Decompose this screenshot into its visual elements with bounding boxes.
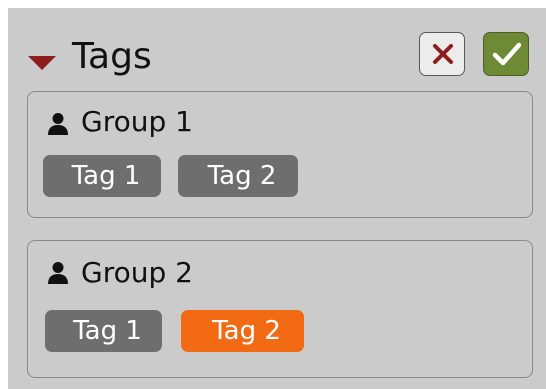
tag-chip[interactable]: Tag 1	[43, 155, 161, 197]
close-icon	[433, 44, 453, 64]
panel-title: Tags	[72, 36, 152, 77]
group-label: Group 1	[81, 105, 193, 138]
tag-chip[interactable]: Tag 2	[178, 155, 298, 197]
caret-down-icon[interactable]	[28, 56, 56, 70]
confirm-button[interactable]	[483, 32, 529, 76]
panel-header: Tags	[8, 8, 546, 88]
tag-chip-selected[interactable]: Tag 2	[181, 310, 304, 352]
tag-chip[interactable]: Tag 1	[45, 310, 162, 352]
user-icon	[48, 113, 68, 135]
check-icon	[492, 42, 522, 66]
tag-group-2: Group 2 Tag 1 Tag 2	[27, 240, 533, 378]
group-label: Group 2	[81, 256, 193, 289]
user-icon	[48, 262, 68, 284]
tags-panel: Tags Group 1 Tag 1 Tag 2 Group 2 Tag 1 T…	[8, 8, 546, 389]
cancel-button[interactable]	[419, 32, 465, 76]
tag-group-1: Group 1 Tag 1 Tag 2	[27, 91, 533, 218]
